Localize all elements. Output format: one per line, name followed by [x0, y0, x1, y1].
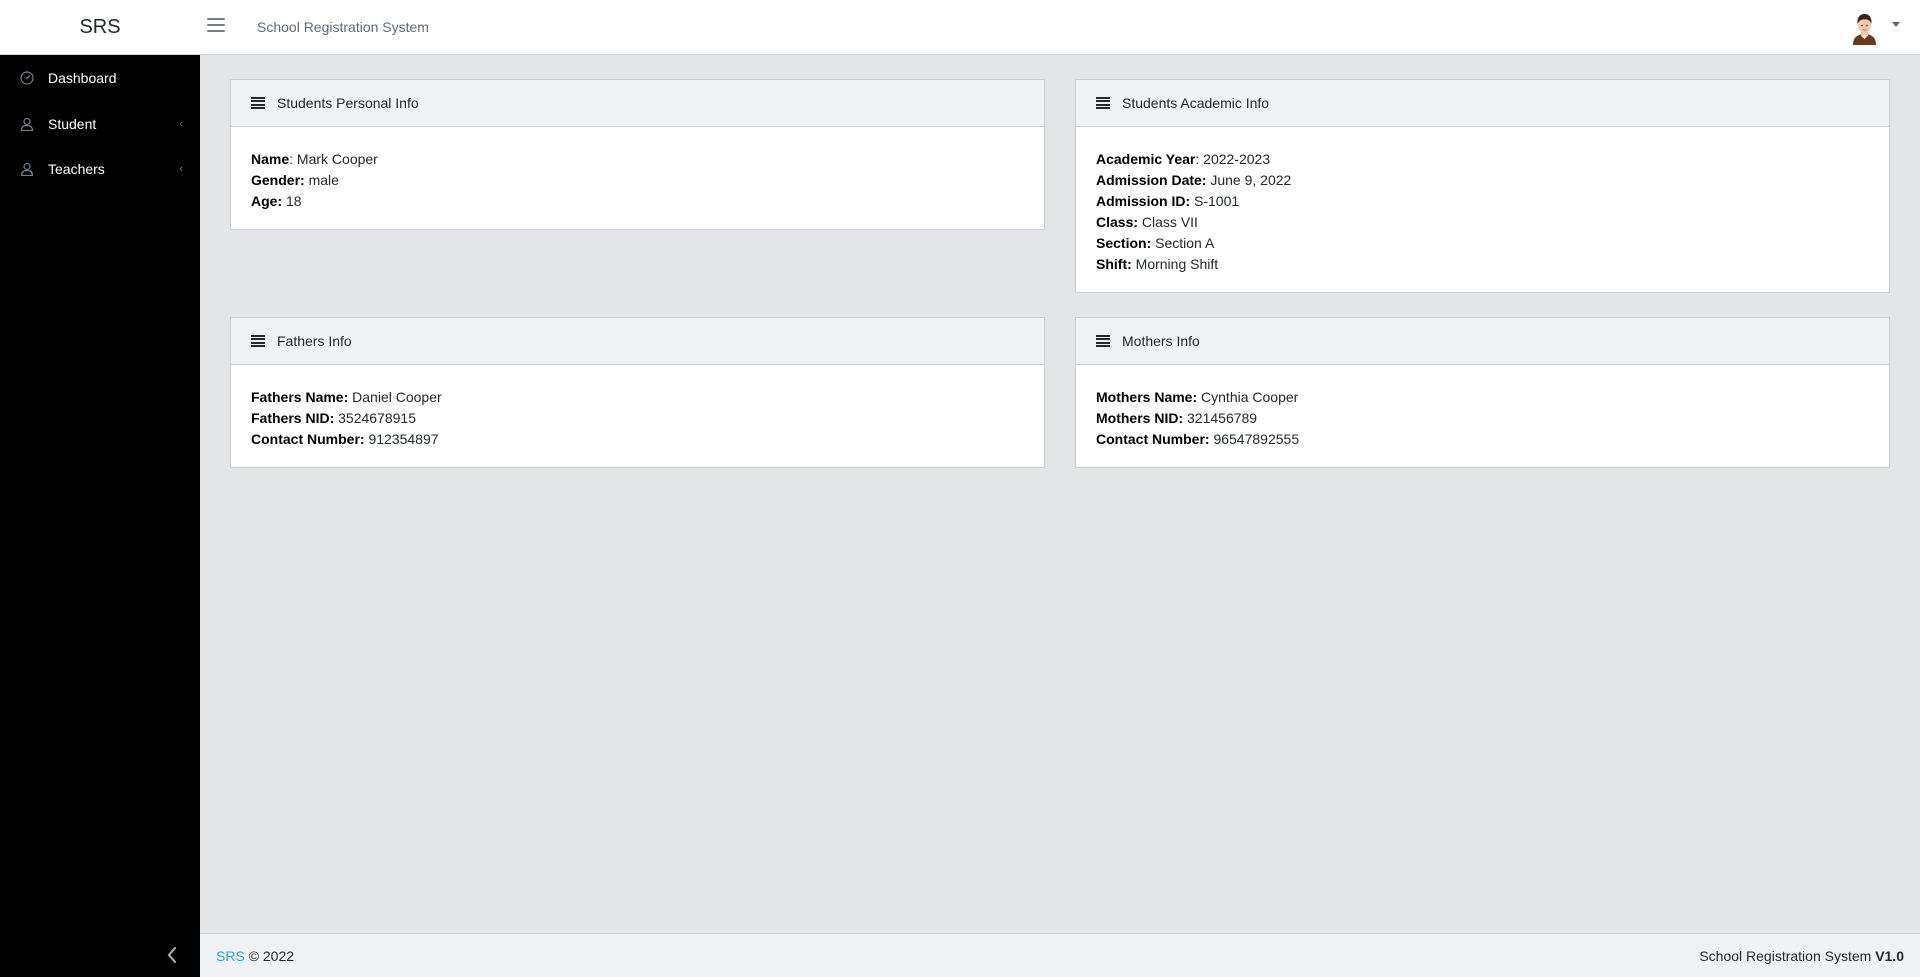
info-row: Academic Year: 2022-2023	[1096, 151, 1271, 167]
field-label: Gender:	[251, 172, 305, 188]
footer-copyright: © 2022	[248, 947, 295, 964]
card-title: Mothers Info	[1122, 333, 1200, 349]
hamburger-icon-bar	[207, 30, 225, 32]
chevron-left-icon: ‹	[179, 162, 183, 175]
user-menu-dropdown[interactable]	[1847, 10, 1900, 45]
info-row: Class: Class VII	[1096, 212, 1869, 233]
card-title: Students Personal Info	[277, 95, 419, 111]
sidebar-item-label: Student	[48, 115, 97, 132]
field-value: 2022-2023	[1203, 151, 1271, 167]
field-value: 3524678915	[338, 410, 416, 426]
footer-app-name: School Registration System	[1699, 947, 1872, 964]
field-label: Academic Year	[1096, 151, 1196, 167]
chevron-left-icon	[167, 946, 177, 964]
field-value: Morning Shift	[1135, 256, 1219, 272]
field-value: June 9, 2022	[1210, 172, 1292, 188]
field-label: Mothers Name:	[1096, 389, 1198, 405]
avatar-icon	[1853, 14, 1876, 45]
field-value: 321456789	[1187, 410, 1258, 426]
sidebar-item-label: Teachers	[48, 160, 105, 177]
field-value: Cynthia Cooper	[1201, 389, 1299, 405]
speedometer-icon	[20, 71, 34, 85]
info-row: Contact Number: 96547892555	[1096, 429, 1869, 450]
info-row: Name: Mark Cooper	[251, 151, 378, 167]
card-header: Mothers Info	[1076, 318, 1889, 365]
sidebar-minimizer-button[interactable]	[0, 933, 200, 977]
info-row: Admission Date: June 9, 2022	[1096, 170, 1869, 191]
header-title: School Registration System	[257, 19, 429, 35]
footer-version: V1.0	[1875, 947, 1904, 964]
sidebar-toggle-button[interactable]	[204, 14, 228, 40]
field-value: 96547892555	[1213, 431, 1300, 447]
card-mothers-info: Mothers Info Mothers Name: Cynthia Coope…	[1075, 317, 1890, 468]
info-row: Shift: Morning Shift	[1096, 254, 1869, 275]
sidebar-item-dashboard[interactable]: Dashboard	[0, 55, 200, 101]
card-title: Fathers Info	[277, 333, 352, 349]
hamburger-icon-bar	[207, 24, 225, 26]
field-label: Fathers NID:	[251, 410, 335, 426]
field-value: Mark Cooper	[296, 151, 378, 167]
app-header: SRS School Registration System	[0, 0, 1920, 55]
field-label: Admission ID:	[1096, 193, 1191, 209]
info-row: Age: 18	[251, 191, 1024, 212]
sidebar-item-label: Dashboard	[48, 70, 117, 86]
chevron-left-icon: ‹	[179, 117, 183, 130]
info-row: Fathers Name: Daniel Cooper	[251, 387, 1024, 408]
list-icon	[251, 335, 265, 347]
field-value: 912354897	[368, 431, 439, 447]
field-label: Contact Number:	[1096, 431, 1210, 447]
field-label: Contact Number:	[251, 431, 365, 447]
sidebar: Dashboard Student ‹ Teachers ‹	[0, 55, 200, 977]
card-academic-info: Students Academic Info Academic Year: 20…	[1075, 79, 1890, 293]
field-label: Class:	[1096, 214, 1139, 230]
card-fathers-info: Fathers Info Fathers Name: Daniel Cooper…	[230, 317, 1045, 468]
avatar[interactable]	[1847, 10, 1882, 45]
footer-left: SRS © 2022	[216, 948, 294, 964]
field-label: Fathers Name:	[251, 389, 349, 405]
field-label: Age:	[251, 193, 283, 209]
field-label: Admission Date:	[1096, 172, 1207, 188]
main-content: Students Personal Info Name: Mark Cooper…	[200, 55, 1920, 933]
info-row: Section: Section A	[1096, 233, 1869, 254]
brand-logo[interactable]: SRS	[0, 0, 200, 55]
field-label: Name	[251, 151, 290, 167]
card-title: Students Academic Info	[1122, 95, 1270, 111]
chevron-down-icon	[1892, 22, 1900, 27]
app-footer: SRS © 2022 School Registration System V1…	[200, 933, 1920, 977]
hamburger-icon-bar	[207, 18, 225, 20]
info-row: Contact Number: 912354897	[251, 429, 1024, 450]
sidebar-item-student[interactable]: Student ‹	[0, 101, 200, 146]
footer-right: School Registration System V1.0	[1699, 948, 1904, 964]
info-row: Mothers Name: Cynthia Cooper	[1096, 387, 1869, 408]
field-value: Section A	[1155, 235, 1215, 251]
card-personal-info: Students Personal Info Name: Mark Cooper…	[230, 79, 1045, 230]
card-body: Academic Year: 2022-2023 Admission Date:…	[1076, 127, 1889, 293]
field-value: male	[308, 172, 339, 188]
field-value: S-1001	[1194, 193, 1240, 209]
card-body: Fathers Name: Daniel Cooper Fathers NID:…	[231, 365, 1044, 468]
card-header: Students Academic Info	[1076, 80, 1889, 127]
list-icon	[1096, 97, 1110, 109]
field-value: 18	[286, 193, 302, 209]
card-header: Fathers Info	[231, 318, 1044, 365]
sidebar-item-teachers[interactable]: Teachers ‹	[0, 146, 200, 191]
field-label: Section:	[1096, 235, 1152, 251]
footer-brand-link[interactable]: SRS	[216, 948, 245, 964]
field-label: Shift:	[1096, 256, 1132, 272]
list-icon	[251, 97, 265, 109]
info-row: Admission ID: S-1001	[1096, 191, 1869, 212]
card-body: Mothers Name: Cynthia Cooper Mothers NID…	[1076, 365, 1889, 468]
field-value: Daniel Cooper	[352, 389, 442, 405]
field-value: Class VII	[1141, 214, 1198, 230]
list-icon	[1096, 335, 1110, 347]
field-label: Mothers NID:	[1096, 410, 1184, 426]
user-icon	[20, 117, 34, 131]
card-body: Name: Mark Cooper Gender: male Age: 18	[231, 127, 1044, 230]
info-row: Fathers NID: 3524678915	[251, 408, 1024, 429]
card-header: Students Personal Info	[231, 80, 1044, 127]
info-row: Gender: male	[251, 170, 1024, 191]
info-row: Mothers NID: 321456789	[1096, 408, 1869, 429]
user-icon	[20, 162, 34, 176]
